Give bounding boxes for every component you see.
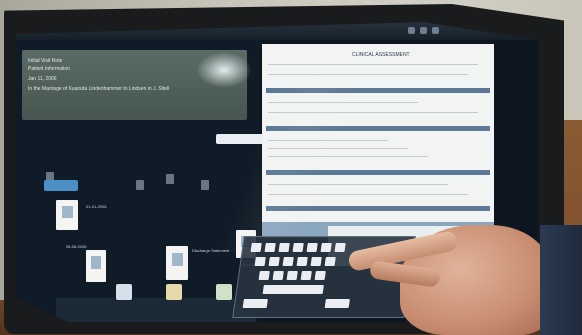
key[interactable] [300, 271, 312, 280]
document-thumbnail[interactable] [86, 250, 106, 282]
key[interactable] [268, 257, 280, 266]
thumbnail-label: 08-08-2006 [66, 244, 87, 249]
key[interactable] [278, 243, 290, 252]
document-title: CLINICAL ASSESSMENT [352, 52, 410, 58]
note-line: Initial Visit Note [28, 58, 63, 64]
app-icon[interactable] [216, 284, 232, 300]
dock-bar [56, 298, 256, 322]
spacebar-key[interactable] [262, 285, 324, 294]
form-line [268, 64, 478, 65]
key[interactable] [286, 271, 298, 280]
window-icon[interactable] [408, 27, 415, 34]
key[interactable] [282, 257, 294, 266]
key[interactable] [264, 243, 276, 252]
window-icon[interactable] [432, 27, 439, 34]
note-line: Patient Information [28, 66, 70, 72]
window-icon[interactable] [420, 27, 427, 34]
note-line: Jan 11, 2006 [28, 76, 57, 82]
key[interactable] [314, 271, 326, 280]
app-icon[interactable] [116, 284, 132, 300]
app-icon[interactable] [166, 284, 182, 300]
key[interactable] [292, 243, 304, 252]
key[interactable] [306, 243, 318, 252]
photo-scene: Initial Visit Note Patient Information J… [0, 0, 582, 335]
key[interactable] [310, 257, 322, 266]
key[interactable] [258, 271, 270, 280]
add-button[interactable] [44, 180, 78, 191]
key[interactable] [254, 257, 266, 266]
key[interactable] [242, 299, 268, 308]
shirt-sleeve [540, 225, 582, 335]
key[interactable] [272, 271, 284, 280]
key[interactable] [250, 243, 262, 252]
thumbnail-label: 01-01-2006 [86, 204, 107, 209]
key[interactable] [296, 257, 308, 266]
document-thumbnail[interactable] [56, 200, 78, 230]
